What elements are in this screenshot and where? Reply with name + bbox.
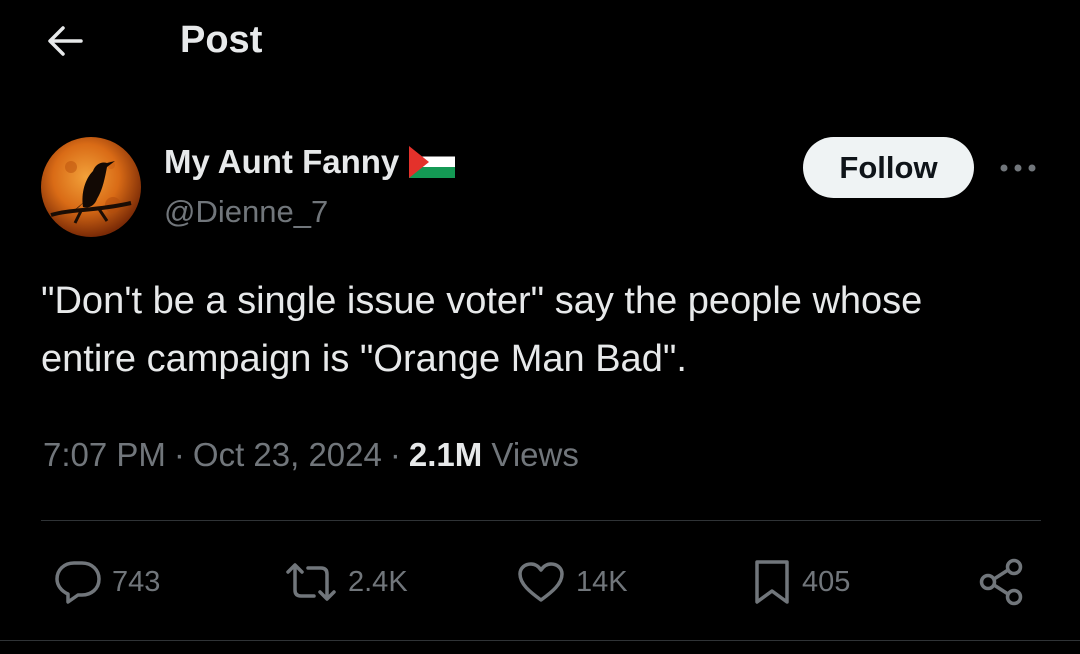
- bookmark-count: 405: [802, 565, 851, 598]
- divider: [0, 640, 1080, 641]
- back-button[interactable]: [40, 18, 90, 64]
- arrow-left-icon: [48, 26, 83, 56]
- author-name-row[interactable]: My Aunt Fanny: [164, 140, 456, 184]
- author-handle[interactable]: @Dienne_7: [164, 192, 328, 232]
- tweet-date[interactable]: Oct 23, 2024: [193, 436, 382, 473]
- top-bar: Post: [0, 0, 1080, 84]
- like-button[interactable]: 14K: [516, 552, 628, 612]
- share-button[interactable]: [978, 552, 1026, 612]
- reply-button[interactable]: 743: [54, 552, 160, 612]
- tweet-meta: 7:07 PM · Oct 23, 2024 · 2.1M Views: [43, 433, 579, 477]
- more-button[interactable]: [996, 150, 1040, 186]
- crow-moon-avatar: [41, 137, 141, 237]
- tweet-text: "Don't be a single issue voter" say the …: [41, 280, 923, 380]
- author-name[interactable]: My Aunt Fanny: [164, 143, 399, 181]
- views-label: Views: [491, 436, 579, 473]
- palestine-flag-icon: [409, 146, 456, 178]
- action-bar: 743 2.4K 14K 405: [0, 552, 1080, 612]
- repost-count: 2.4K: [348, 565, 408, 598]
- divider: [41, 520, 1041, 521]
- heart-icon: [518, 562, 564, 602]
- repost-icon: [286, 563, 336, 601]
- bookmark-icon: [755, 560, 789, 604]
- share-icon: [979, 558, 1023, 606]
- tweet-time[interactable]: 7:07 PM: [43, 436, 166, 473]
- views-count: 2.1M: [408, 436, 483, 473]
- meta-separator: ·: [389, 436, 401, 473]
- page-title: Post: [180, 19, 263, 61]
- like-count: 14K: [576, 565, 628, 598]
- follow-button[interactable]: Follow: [803, 137, 974, 198]
- repost-button[interactable]: 2.4K: [284, 552, 408, 612]
- meta-separator: ·: [173, 436, 185, 473]
- avatar[interactable]: [41, 137, 141, 237]
- bookmark-button[interactable]: 405: [752, 552, 850, 612]
- reply-count: 743: [112, 565, 161, 598]
- more-horizontal-icon: [1000, 164, 1036, 172]
- reply-icon: [55, 561, 101, 604]
